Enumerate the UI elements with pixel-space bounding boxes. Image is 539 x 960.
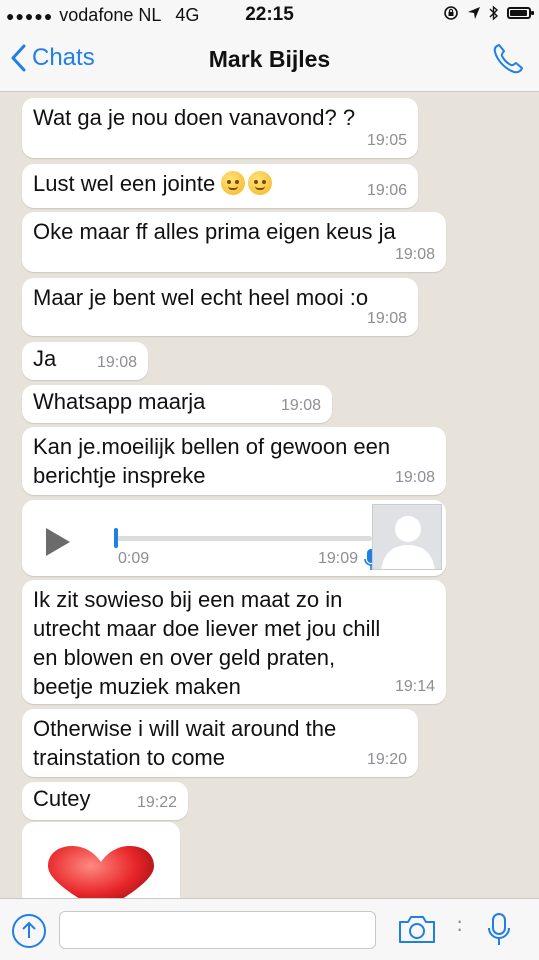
avatar-placeholder-icon [381, 516, 435, 569]
message-bubble[interactable]: Kan je.moeilijk bellen of gewoon een ber… [22, 427, 446, 495]
status-right [443, 5, 534, 21]
message-time: 19:06 [366, 182, 407, 199]
message-text: Ik zit sowieso bij een maat zo in utrech… [33, 587, 381, 699]
message-text: Cutey [33, 786, 91, 811]
camera-icon[interactable] [398, 914, 436, 944]
message-time: 19:08 [280, 397, 321, 414]
message-text: Kan je.moeilijk bellen of gewoon een ber… [33, 434, 391, 488]
message-text: Maar je bent wel echt heel mooi :o [33, 285, 369, 310]
message-text: Oke maar ff alles prima eigen keus ja [33, 219, 396, 244]
heart-icon [48, 846, 154, 898]
battery-icon [507, 7, 534, 19]
message-time: 19:08 [394, 246, 435, 263]
avatar[interactable] [372, 504, 442, 570]
rotation-lock-icon [444, 6, 458, 20]
message-list[interactable]: Wat ga je nou doen vanavond? ? 19:05 Lus… [0, 92, 539, 898]
message-text: Whatsapp maarja [33, 389, 206, 414]
message-text: Otherwise i will wait around the trainst… [33, 716, 337, 770]
message-input[interactable] [59, 911, 376, 949]
confounded-face-icon [221, 171, 246, 195]
input-bar: · · [0, 898, 539, 960]
play-icon[interactable] [46, 528, 70, 556]
message-bubble[interactable]: Whatsapp maarja 19:08 [22, 385, 332, 423]
message-bubble[interactable]: Lust wel een jointe 19:06 [22, 164, 418, 208]
message-time: 19:05 [366, 132, 407, 149]
message-time: 19:20 [366, 751, 407, 768]
message-bubble[interactable]: Ja 19:08 [22, 342, 148, 380]
heart-message[interactable] [22, 822, 180, 898]
contact-name[interactable]: Mark Bijles [0, 46, 539, 73]
separator-dots: · · [456, 908, 464, 941]
voice-progress-track[interactable] [114, 536, 372, 541]
phone-icon[interactable] [491, 42, 525, 76]
location-icon [468, 7, 480, 19]
message-text: Ja [33, 346, 57, 371]
upload-button[interactable] [12, 914, 46, 948]
message-bubble[interactable]: Maar je bent wel echt heel mooi :o 19:08 [22, 278, 418, 336]
status-bar: ●●●●● vodafone NL 4G 22:15 [0, 0, 539, 30]
message-time: 19:08 [394, 469, 435, 486]
message-text: Lust wel een jointe [33, 171, 216, 196]
message-bubble[interactable]: Ik zit sowieso bij een maat zo in utrech… [22, 580, 446, 704]
battery-level [510, 10, 527, 16]
message-bubble[interactable]: Wat ga je nou doen vanavond? ? 19:05 [22, 98, 418, 158]
nav-bar: Chats Mark Bijles [0, 30, 539, 92]
message-bubble[interactable]: Otherwise i will wait around the trainst… [22, 709, 418, 777]
message-bubble[interactable]: Oke maar ff alles prima eigen keus ja 19… [22, 212, 446, 272]
message-time: 19:22 [136, 794, 177, 811]
message-time: 19:08 [366, 310, 407, 327]
microphone-button[interactable] [487, 913, 511, 947]
message-time: 19:08 [96, 354, 137, 371]
voice-message[interactable]: 0:09 19:09 [22, 500, 446, 576]
message-bubble[interactable]: Cutey 19:22 [22, 782, 188, 820]
voice-duration: 0:09 [118, 550, 150, 567]
message-time: 19:14 [394, 678, 435, 695]
message-time: 19:09 [317, 550, 358, 567]
bluetooth-icon [489, 5, 499, 21]
message-text: Wat ga je nou doen vanavond? ? [33, 105, 356, 130]
smiling-face-icon [248, 171, 273, 195]
upload-icon [22, 921, 36, 938]
